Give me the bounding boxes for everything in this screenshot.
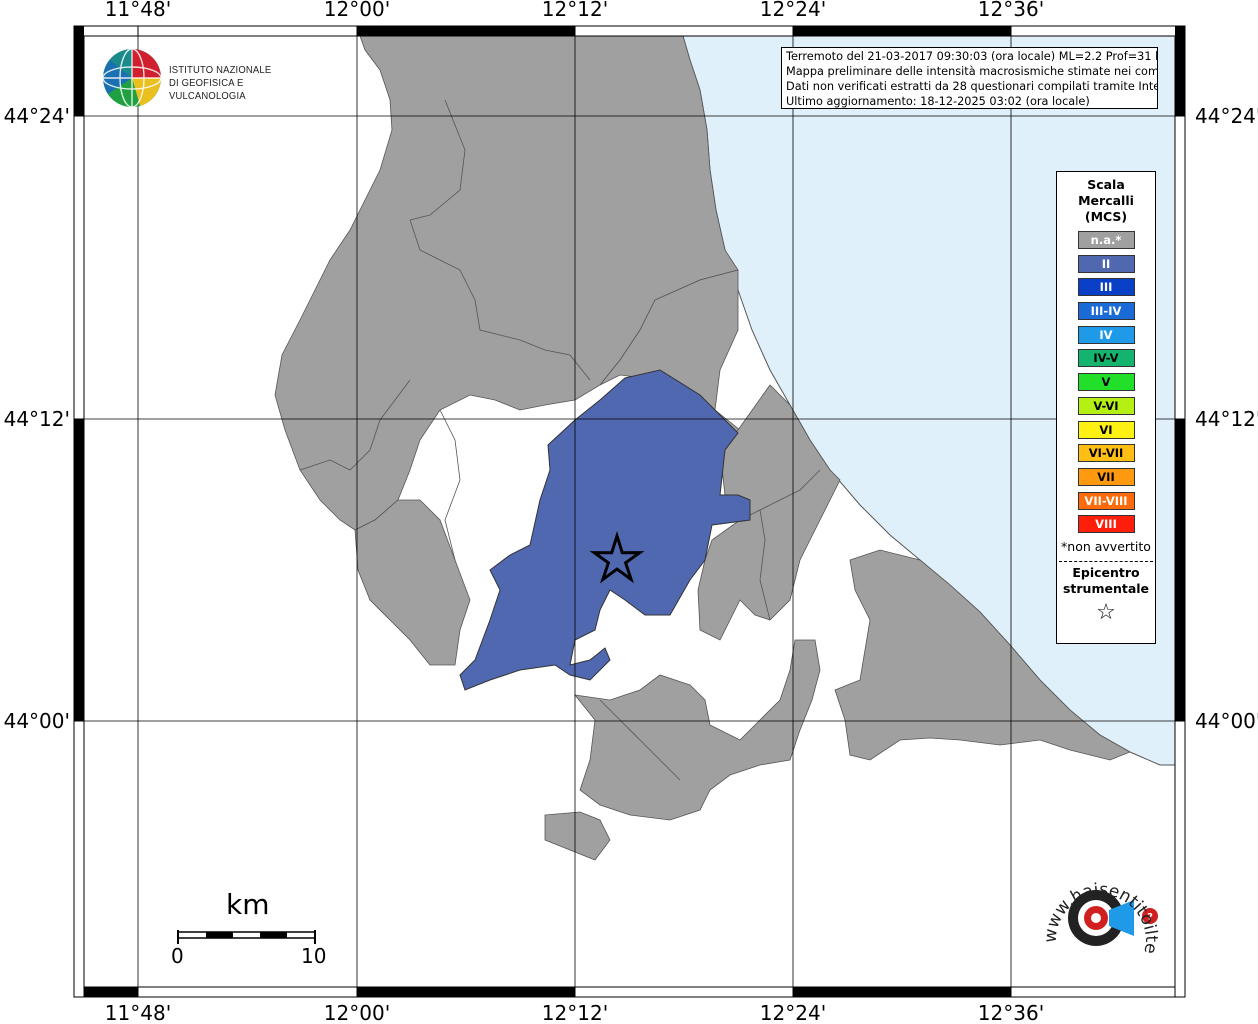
legend-item-na: n.a.*: [1077, 231, 1135, 249]
scale-bar-min-label: 0: [171, 944, 184, 968]
legend-epicenter-line2: strumentale: [1062, 580, 1150, 596]
event-info-line1: Terremoto del 21-03-2017 09:30:03 (ora l…: [786, 50, 1158, 63]
legend-star-icon: ☆: [1096, 599, 1116, 625]
legend-item-III-IV: III-IV: [1077, 302, 1135, 321]
lat-tick-left-3: 44°00': [4, 709, 70, 733]
scale-bar-unit: km: [226, 888, 270, 921]
legend-item-IV: IV: [1077, 325, 1135, 344]
legend-item-II: II: [1077, 254, 1135, 273]
legend-title: Scala Mercalli (MCS): [1057, 177, 1155, 225]
legend-item-III: III: [1077, 278, 1135, 297]
legend-title-line1: Scala: [1087, 177, 1125, 192]
legend-epicenter-label: Epicentro strumentale: [1057, 565, 1155, 597]
legend-title-line3: (MCS): [1084, 209, 1128, 224]
event-info-line3: Dati non verificati estratti da 28 quest…: [786, 80, 1158, 93]
lon-tick-top-1: 11°48': [105, 0, 171, 21]
ingv-logo-line1: ISTITUTO NAZIONALE: [169, 64, 272, 76]
lat-tick-right-3: 44°00': [1195, 709, 1258, 733]
lon-tick-bottom-3: 12°12': [542, 1001, 608, 1024]
event-info-line2: Mappa preliminare delle intensità macros…: [786, 65, 1158, 78]
lat-tick-right-2: 44°12': [1195, 407, 1258, 431]
lon-tick-top-4: 12°24': [760, 0, 826, 21]
legend-title-line2: Mercalli: [1078, 193, 1134, 208]
ingv-logo: ISTITUTO NAZIONALE DI GEOFISICA E VULCAN…: [100, 46, 320, 110]
haisentito-badge-icon: ? www.haisentitoilterremoto.it: [1026, 843, 1161, 955]
lat-tick-left-2: 44°12': [4, 407, 70, 431]
ingv-logo-text: ISTITUTO NAZIONALE DI GEOFISICA E VULCAN…: [169, 64, 305, 103]
lon-tick-bottom-1: 11°48': [105, 1001, 171, 1024]
legend-note: *non avvertito: [1061, 538, 1151, 554]
legend-separator: [1059, 560, 1153, 562]
legend-item-VII: VII: [1077, 467, 1135, 486]
lon-tick-bottom-2: 12°00': [324, 1001, 390, 1024]
lon-tick-bottom-5: 12°36': [978, 1001, 1044, 1024]
lon-tick-top-3: 12°12': [542, 0, 608, 21]
event-info-line4: Ultimo aggiornamento: 18-12-2025 03:02 (…: [786, 95, 1090, 108]
legend-item-IV-V: IV-V: [1077, 349, 1135, 368]
legend-item-VII-VIII: VII-VIII: [1077, 491, 1135, 510]
legend-item-VI: VI: [1077, 420, 1135, 439]
globe-icon: [102, 48, 162, 108]
scale-bar-max-label: 10: [301, 944, 327, 968]
scale-bar: km 0 10: [170, 886, 340, 976]
legend-items: n.a.* II III III-IV IV IV-V V V-VI VI VI…: [1057, 231, 1155, 534]
mcs-legend: Scala Mercalli (MCS) n.a.* II III III-IV…: [1056, 171, 1156, 644]
lon-tick-top-5: 12°36': [978, 0, 1044, 21]
legend-epicenter-line1: Epicentro: [1072, 564, 1140, 580]
legend-item-VIII: VIII: [1077, 515, 1135, 534]
legend-item-V-VI: V-VI: [1077, 396, 1135, 415]
event-info-box: Terremoto del 21-03-2017 09:30:03 (ora l…: [781, 47, 1158, 109]
legend-item-V: V: [1077, 373, 1135, 392]
lat-tick-left-1: 44°24': [4, 104, 70, 128]
lon-tick-top-2: 12°00': [324, 0, 390, 21]
lon-tick-bottom-4: 12°24': [760, 1001, 826, 1024]
ingv-logo-line2: DI GEOFISICA E VULCANOLOGIA: [169, 77, 246, 102]
haisentito-logo: ? www.haisentitoilterremoto.it: [1026, 843, 1169, 978]
legend-item-VI-VII: VI-VII: [1077, 444, 1135, 463]
lat-tick-right-1: 44°24': [1195, 104, 1258, 128]
